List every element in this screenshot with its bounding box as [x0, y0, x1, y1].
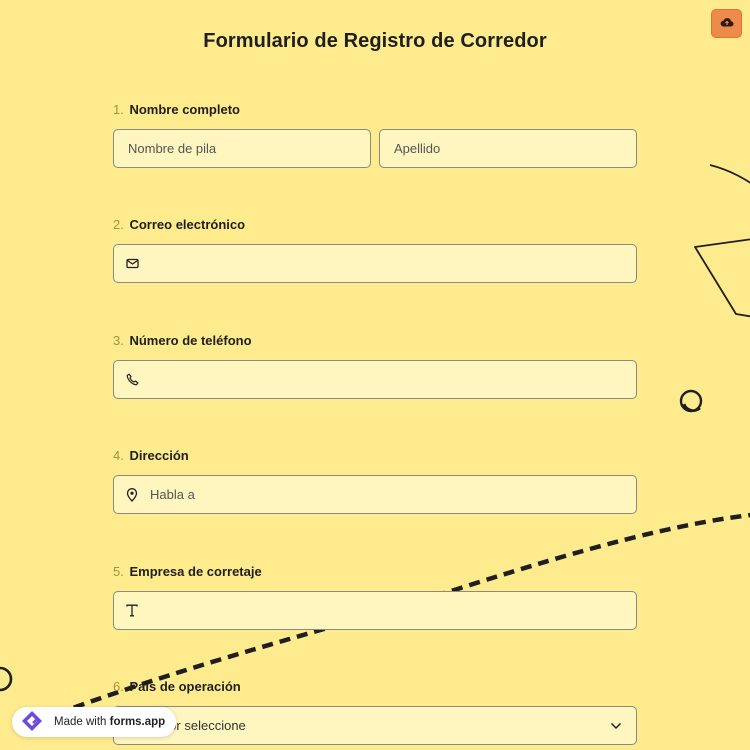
- email-field[interactable]: [113, 244, 637, 283]
- first-name-input[interactable]: Nombre de pila: [113, 129, 371, 168]
- question-label: 5. Empresa de corretaje: [113, 562, 637, 582]
- question-text: País de operación: [129, 679, 241, 694]
- phone-icon: [125, 373, 139, 387]
- question-number: 5.: [113, 564, 124, 579]
- question-number: 3.: [113, 333, 124, 348]
- last-name-placeholder: Apellido: [394, 141, 441, 156]
- question-number: 4.: [113, 448, 124, 463]
- question-phone: 3. Número de teléfono: [113, 331, 637, 399]
- cloud-upload-icon: [720, 15, 734, 33]
- question-address: 4. Dirección Habla a: [113, 446, 637, 514]
- mail-icon: [125, 257, 139, 271]
- question-text: Número de teléfono: [129, 333, 252, 348]
- question-country: 6. País de operación Por favor seleccion…: [113, 677, 637, 745]
- question-text: Empresa de corretaje: [129, 564, 262, 579]
- decoration-kite: [694, 238, 750, 318]
- text-icon: [125, 604, 139, 618]
- question-text: Dirección: [129, 448, 189, 463]
- decoration-circle: [679, 389, 703, 413]
- location-pin-icon: [125, 487, 139, 502]
- first-name-placeholder: Nombre de pila: [128, 141, 217, 156]
- decoration-arc: [709, 164, 750, 184]
- last-name-input[interactable]: Apellido: [379, 129, 637, 168]
- question-number: 6.: [113, 679, 124, 694]
- badge-prefix: Made with: [54, 716, 110, 728]
- question-label: 1. Nombre completo: [113, 100, 637, 120]
- question-label: 2. Correo electrónico: [113, 215, 637, 235]
- save-cloud-button[interactable]: [711, 9, 742, 38]
- badge-brand: forms.app: [109, 716, 166, 728]
- page-title: Formulario de Registro de Corredor: [203, 30, 547, 52]
- question-text: Nombre completo: [129, 102, 240, 117]
- badge-text: Made with forms.app: [54, 716, 165, 728]
- forms-app-logo-icon: [20, 709, 48, 736]
- country-select[interactable]: Por favor seleccione: [113, 706, 637, 745]
- question-number: 1.: [113, 102, 124, 117]
- question-brokerage: 5. Empresa de corretaje: [113, 562, 637, 630]
- phone-field[interactable]: [113, 360, 637, 399]
- address-placeholder: Habla a: [150, 487, 195, 502]
- question-label: 6. País de operación: [113, 677, 637, 697]
- question-text: Correo electrónico: [129, 217, 246, 232]
- address-field[interactable]: Habla a: [113, 475, 637, 514]
- question-label: 4. Dirección: [113, 446, 637, 466]
- question-full-name: 1. Nombre completo Nombre de pila Apelli…: [113, 100, 637, 168]
- question-label: 3. Número de teléfono: [113, 331, 637, 351]
- chevron-down-icon: [610, 718, 622, 733]
- made-with-badge[interactable]: Made with forms.app: [12, 707, 177, 737]
- question-number: 2.: [113, 217, 124, 232]
- brokerage-field[interactable]: [113, 591, 637, 630]
- question-email: 2. Correo electrónico: [113, 215, 637, 283]
- decoration-circle-left: [0, 666, 13, 692]
